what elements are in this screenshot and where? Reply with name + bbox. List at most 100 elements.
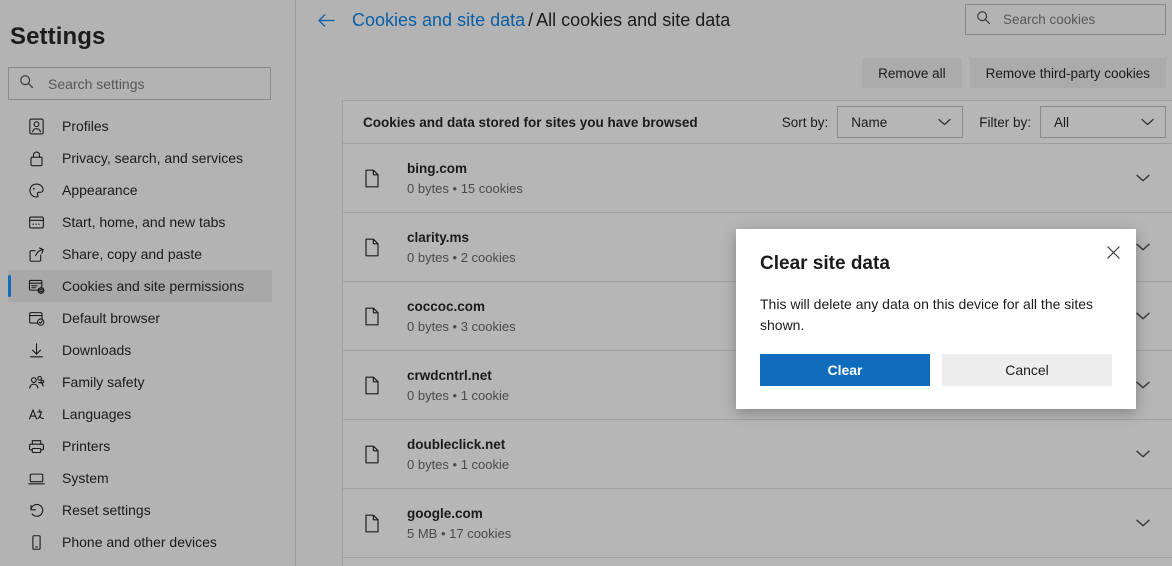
remove-all-button[interactable]: Remove all: [862, 58, 962, 88]
sort-by-label: Sort by:: [781, 114, 829, 130]
cookie-row-text: coccoc.com 0 bytes • 3 cookies: [407, 299, 516, 334]
filter-by-select[interactable]: All: [1040, 106, 1166, 138]
main-content: Cookies and site data / All cookies and si…: [296, 0, 1172, 566]
cookie-size-count: 5 MB • 17 cookies: [407, 525, 512, 541]
filter-by-value: All: [1054, 114, 1070, 130]
cookie-row-text: clarity.ms 0 bytes • 2 cookies: [407, 230, 516, 265]
sidebar-item-label: Phone and other devices: [62, 534, 217, 550]
cookie-permissions-icon: [26, 276, 46, 296]
cookie-size-count: 0 bytes • 2 cookies: [407, 249, 516, 265]
sidebar-item-label: Appearance: [62, 182, 138, 198]
cookie-size-count: 0 bytes • 1 cookie: [407, 387, 510, 403]
dialog-button-group: Clear Cancel: [760, 354, 1112, 386]
chevron-down-icon[interactable]: [1136, 381, 1150, 390]
cookie-row-text: doubleclick.net 0 bytes • 1 cookie: [407, 437, 509, 472]
sidebar: Settings Profiles Privacy, search, and se…: [0, 0, 296, 566]
download-icon: [26, 340, 46, 360]
search-cookies-field[interactable]: [965, 4, 1166, 35]
sidebar-item-printers[interactable]: Printers: [8, 430, 272, 462]
cookie-row-text: google.com 5 MB • 17 cookies: [407, 506, 511, 541]
search-cookies-input[interactable]: [1001, 6, 1151, 33]
sidebar-item-label: Privacy, search, and services: [62, 150, 244, 166]
printer-icon: [26, 436, 46, 456]
chevron-down-icon[interactable]: [1136, 174, 1150, 183]
sidebar-item-label: Default browser: [62, 310, 161, 326]
breadcrumb-separator: /: [528, 9, 534, 30]
chevron-down-icon[interactable]: [1136, 243, 1150, 252]
close-icon[interactable]: [1098, 237, 1128, 267]
cookie-site-name: clarity.ms: [407, 229, 470, 245]
document-icon: [363, 513, 381, 533]
sort-by-value: Name: [851, 114, 888, 130]
document-icon: [363, 168, 381, 188]
chevron-down-icon[interactable]: [1136, 312, 1150, 321]
search-settings-field[interactable]: [8, 67, 271, 100]
chevron-down-icon[interactable]: [1136, 519, 1150, 528]
document-icon: [363, 444, 381, 464]
cookie-row[interactable]: bing.com 0 bytes • 15 cookies: [343, 144, 1172, 213]
cookie-row[interactable]: google.com 5 MB • 17 cookies: [343, 489, 1172, 558]
window-icon: [26, 212, 46, 232]
remove-third-party-cookies-button[interactable]: Remove third-party cookies: [969, 58, 1166, 88]
document-icon: [363, 306, 381, 326]
breadcrumb-row: Cookies and site data / All cookies and si…: [314, 4, 730, 36]
cookie-row-text: crwdcntrl.net 0 bytes • 1 cookie: [407, 368, 509, 403]
cancel-button[interactable]: Cancel: [942, 354, 1112, 386]
sidebar-item-system[interactable]: System: [8, 462, 272, 494]
dialog-body-text: This will delete any data on this device…: [760, 296, 1094, 333]
cookie-site-name: bing.com: [407, 160, 467, 176]
sidebar-item-label: Printers: [62, 438, 111, 454]
cookie-size-count: 0 bytes • 3 cookies: [407, 318, 516, 334]
action-button-group: Remove all Remove third-party cookies: [862, 58, 1166, 88]
sidebar-nav: Profiles Privacy, search, and services App…: [0, 110, 290, 558]
cookie-row[interactable]: doubleclick.net 0 bytes • 1 cookie: [343, 420, 1172, 489]
sidebar-item-privacy-search-and-services[interactable]: Privacy, search, and services: [8, 142, 272, 174]
sidebar-item-label: Start, home, and new tabs: [62, 214, 226, 230]
system-icon: [26, 468, 46, 488]
sidebar-item-reset-settings[interactable]: Reset settings: [8, 494, 272, 526]
clear-site-data-dialog: Clear site data This will delete any dat…: [736, 229, 1136, 409]
clear-button[interactable]: Clear: [760, 354, 930, 386]
breadcrumb: Cookies and site data / All cookies and si…: [352, 10, 730, 31]
sidebar-item-phone-and-other-devices[interactable]: Phone and other devices: [8, 526, 272, 558]
sidebar-item-label: Family safety: [62, 374, 145, 390]
sidebar-item-profiles[interactable]: Profiles: [8, 110, 272, 142]
cookie-size-count: 0 bytes • 1 cookie: [407, 456, 510, 472]
cookie-site-name: crwdcntrl.net: [407, 367, 492, 383]
settings-page: Settings Profiles Privacy, search, and se…: [0, 0, 1172, 566]
cookie-card-controls: Sort by: Name Filter by: All: [782, 106, 1166, 138]
sidebar-item-label: Profiles: [62, 118, 109, 134]
cookie-site-name: doubleclick.net: [407, 436, 506, 452]
lock-icon: [26, 148, 46, 168]
search-settings-input[interactable]: [46, 69, 246, 98]
sidebar-item-label: System: [62, 470, 109, 486]
filter-by-label: Filter by:: [979, 114, 1031, 130]
chevron-down-icon: [1141, 118, 1154, 127]
sidebar-item-start-home-and-new-tabs[interactable]: Start, home, and new tabs: [8, 206, 272, 238]
breadcrumb-parent-link[interactable]: Cookies and site data: [352, 10, 525, 30]
sidebar-item-default-browser[interactable]: Default browser: [8, 302, 272, 334]
cookie-card-title: Cookies and data stored for sites you ha…: [363, 114, 698, 130]
sidebar-item-label: Share, copy and paste: [62, 246, 203, 262]
default-browser-icon: [26, 308, 46, 328]
document-icon: [363, 375, 381, 395]
palette-icon: [26, 180, 46, 200]
sidebar-item-languages[interactable]: Languages: [8, 398, 272, 430]
chevron-down-icon[interactable]: [1136, 450, 1150, 459]
sidebar-item-downloads[interactable]: Downloads: [8, 334, 272, 366]
languages-icon: [26, 404, 46, 424]
document-icon: [363, 237, 381, 257]
sidebar-item-label: Reset settings: [62, 502, 151, 518]
profile-icon: [26, 116, 46, 136]
sidebar-item-share-copy-and-paste[interactable]: Share, copy and paste: [8, 238, 272, 270]
back-arrow-icon[interactable]: [314, 8, 338, 32]
sort-by-select[interactable]: Name: [837, 106, 964, 138]
sidebar-item-appearance[interactable]: Appearance: [8, 174, 272, 206]
sidebar-item-label: Languages: [62, 406, 132, 422]
sidebar-item-cookies-and-site-permissions[interactable]: Cookies and site permissions: [8, 270, 272, 302]
page-title: Settings: [10, 23, 106, 50]
sidebar-item-family-safety[interactable]: Family safety: [8, 366, 272, 398]
cookie-card-header: Cookies and data stored for sites you ha…: [343, 101, 1172, 144]
search-icon: [19, 74, 34, 94]
sidebar-item-label: Downloads: [62, 342, 132, 358]
